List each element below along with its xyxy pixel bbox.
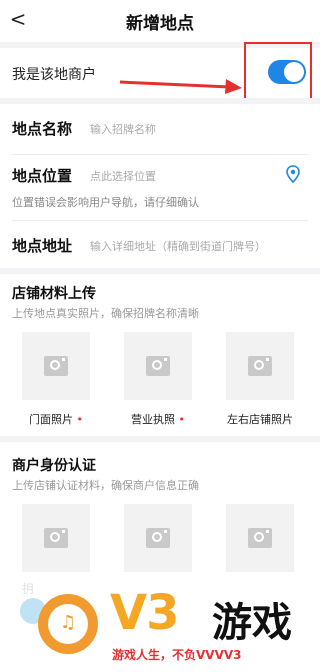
photo-label-neighbors: 左右店铺照片 xyxy=(227,413,293,426)
photo-label-storefront: 门面照片 • xyxy=(29,413,83,426)
address-input[interactable]: 输入详细地址（精确到街道门牌号） xyxy=(90,238,266,254)
name-label: 地点名称 xyxy=(12,120,73,138)
camera-icon xyxy=(44,528,68,548)
store-materials-title: 店铺材料上传 xyxy=(12,286,96,302)
auth-upload-1[interactable] xyxy=(22,504,90,572)
page-title: 新增地点 xyxy=(126,14,194,34)
store-materials-subtitle: 上传地点真实照片，确保招牌名称清晰 xyxy=(12,307,199,320)
merchant-toggle[interactable] xyxy=(268,60,306,84)
camera-icon xyxy=(248,356,272,376)
watermark-brand: V3 xyxy=(110,585,180,641)
name-input[interactable]: 输入招牌名称 xyxy=(90,121,156,137)
arrow-annotation xyxy=(119,79,242,94)
toggle-knob xyxy=(284,62,304,82)
divider xyxy=(12,220,308,221)
auth-upload-2[interactable] xyxy=(124,504,192,572)
location-input[interactable]: 点此选择位置 xyxy=(90,168,156,184)
watermark-slogan: 游戏人生，不负VVVV3 xyxy=(112,648,242,662)
merchant-auth-subtitle: 上传店铺认证材料，确保商户信息正确 xyxy=(12,479,199,492)
location-hint: 位置错误会影响用户导航，请仔细确认 xyxy=(12,196,199,209)
camera-icon xyxy=(248,528,272,548)
merchant-auth-title: 商户身份认证 xyxy=(12,458,96,474)
photo-upload-neighbors[interactable] xyxy=(226,332,294,400)
photo-upload-storefront[interactable] xyxy=(22,332,90,400)
divider xyxy=(12,154,308,155)
camera-icon xyxy=(146,528,170,548)
merchant-label: 我是该地商户 xyxy=(12,67,96,83)
camera-icon xyxy=(44,356,68,376)
address-label: 地点地址 xyxy=(12,237,73,255)
auth-upload-3[interactable] xyxy=(226,504,294,572)
nav-bar: < 新增地点 xyxy=(0,0,320,42)
photo-upload-license[interactable] xyxy=(124,332,192,400)
camera-icon xyxy=(146,356,170,376)
photo-label-license: 营业执照 • xyxy=(131,413,185,426)
music-note-icon: ♫ xyxy=(60,612,77,633)
name-field-row: 地点名称 输入招牌名称 xyxy=(0,104,320,154)
watermark-brand-text: 游戏 xyxy=(212,600,292,646)
section-gap xyxy=(0,436,320,442)
location-label: 地点位置 xyxy=(12,167,73,185)
location-pin-icon[interactable] xyxy=(285,165,301,183)
section-gap xyxy=(0,268,320,274)
